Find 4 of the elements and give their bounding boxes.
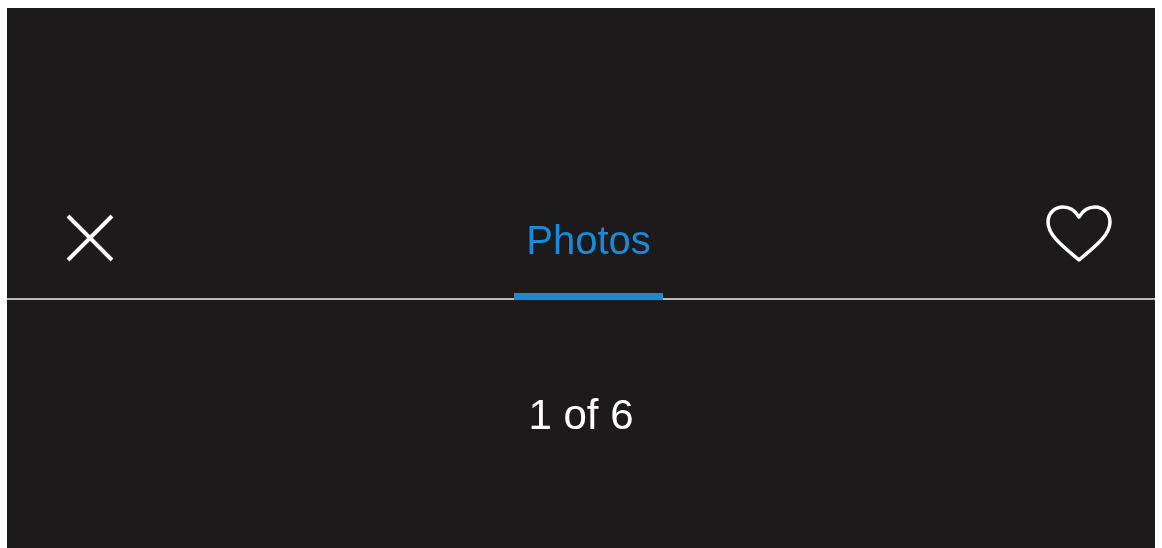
- close-icon[interactable]: [64, 212, 116, 264]
- tab[interactable]: Photos: [514, 216, 663, 300]
- heart-icon[interactable]: [1045, 204, 1113, 264]
- photo-counter: 1 of 6: [528, 390, 634, 440]
